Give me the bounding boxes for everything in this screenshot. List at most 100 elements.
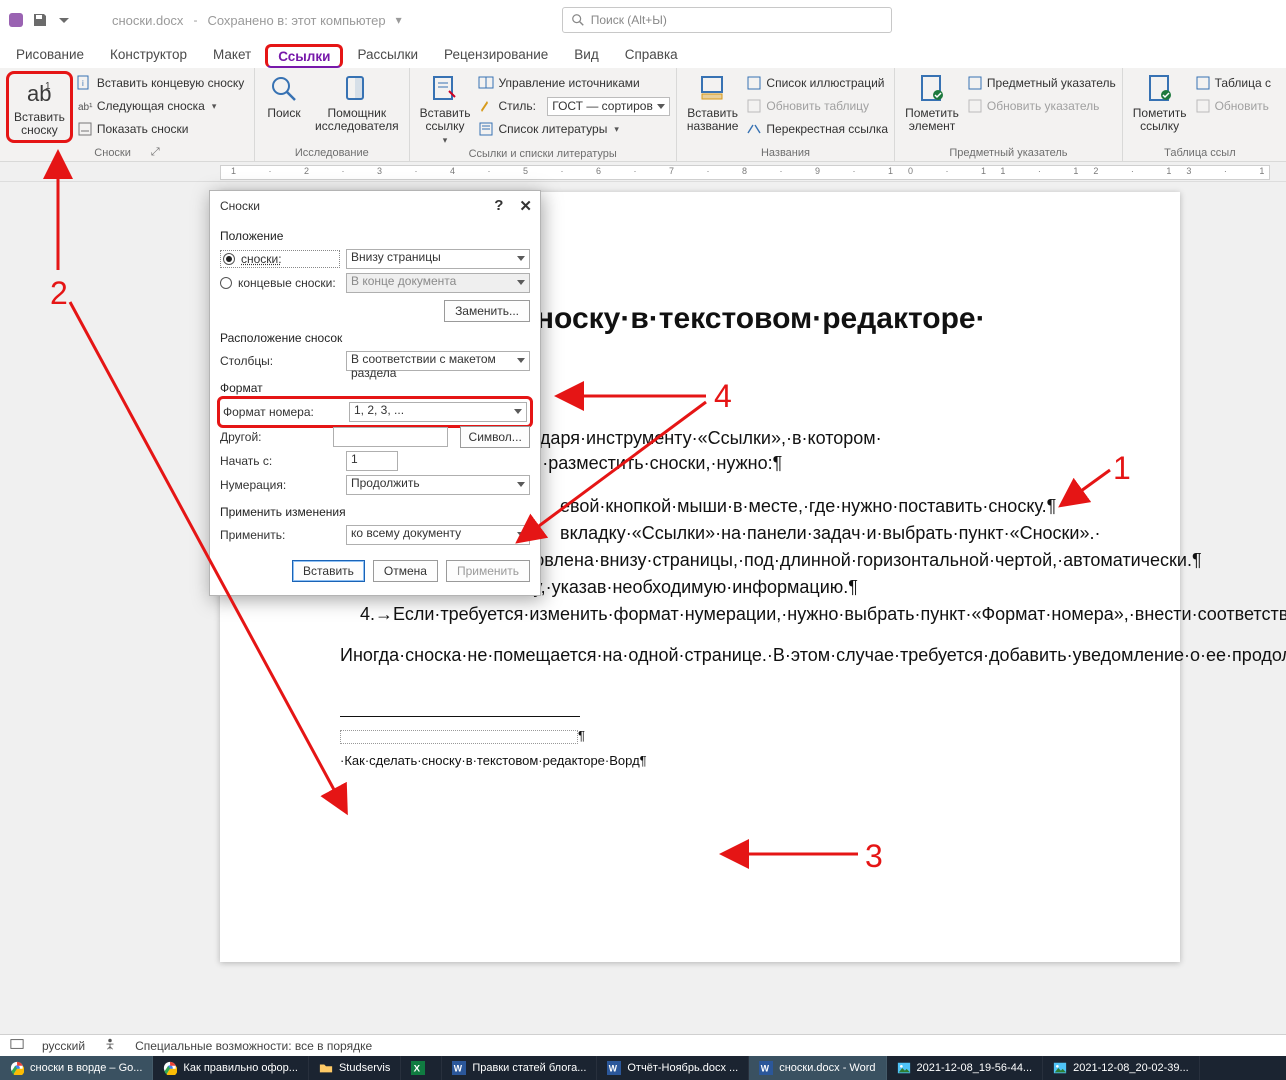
symbol-button[interactable]: Символ... (460, 426, 530, 448)
search-placeholder: Поиск (Alt+Ы) (591, 13, 667, 27)
research-search-label: Поиск (267, 107, 300, 120)
insert-citation-button[interactable]: Вставить ссылку ▾ (416, 71, 475, 148)
citation-style-combo[interactable]: ГОСТ — сортиров (547, 97, 670, 116)
columns-label: Столбцы: (220, 354, 340, 368)
dialog-help-icon[interactable]: ? (494, 197, 503, 215)
search-box[interactable]: Поиск (Alt+Ы) (562, 7, 892, 33)
group-authorities: Пометить ссылку Таблица с Обновить Табли… (1123, 68, 1277, 161)
taskbar-item-label: Как правильно офор... (183, 1062, 298, 1074)
cross-reference-button[interactable]: Перекрестная ссылка (746, 119, 888, 139)
mark-entry-button[interactable]: Пометить элемент (901, 71, 963, 135)
manage-sources-button[interactable]: Управление источниками (478, 73, 669, 93)
next-footnote-button[interactable]: ab¹Следующая сноска▾ (77, 96, 244, 116)
group-captions-caption: Названия (761, 147, 810, 159)
radio-footnotes[interactable] (223, 253, 235, 265)
tab-drawing[interactable]: Рисование (4, 43, 96, 68)
radio-footnotes-label[interactable]: сноски: (241, 252, 282, 266)
status-accessibility[interactable]: Специальные возможности: все в порядке (135, 1039, 372, 1053)
document-area: ать·сноску·в·текстовом·редакторе· ·довол… (0, 182, 1286, 1034)
apply-button[interactable]: Применить (446, 560, 530, 582)
insert-index-button[interactable]: Предметный указатель (967, 73, 1116, 93)
update-authorities-label: Обновить (1215, 99, 1269, 113)
doc-para2: Иногда·сноска·не·помещается·на·одной·стр… (340, 643, 1105, 668)
taskbar-item-2[interactable]: Studservis (309, 1056, 401, 1080)
dialog-close-icon[interactable]: ✕ (519, 197, 532, 215)
taskbar-item-3[interactable]: X (401, 1056, 442, 1080)
custom-mark-input[interactable] (333, 427, 448, 447)
number-format-combo[interactable]: 1, 2, 3, ... (349, 402, 527, 422)
bibliography-button[interactable]: Список литературы▾ (478, 119, 669, 139)
numbering-combo[interactable]: Продолжить (346, 475, 530, 495)
manage-sources-label: Управление источниками (498, 76, 639, 90)
insert-citation-label: Вставить ссылку (420, 107, 471, 133)
insert-caption-label: Вставить название (687, 107, 739, 133)
radio-endnotes-label[interactable]: концевые сноски: (238, 276, 336, 290)
apply-to-combo[interactable]: ко всему документу (346, 525, 530, 545)
citation-style[interactable]: Стиль: ГОСТ — сортиров (478, 96, 669, 116)
footnote-text: ·Как·сделать·сноску·в·текстовом·редактор… (340, 753, 647, 768)
svg-text:ab¹: ab¹ (78, 102, 93, 113)
research-search-button[interactable]: Поиск (261, 71, 307, 122)
group-footnotes-caption: Сноски (94, 147, 131, 159)
cross-reference-label: Перекрестная ссылка (766, 122, 888, 136)
tab-review[interactable]: Рецензирование (432, 43, 560, 68)
taskbar-item-label: сноски.docx - Word (779, 1062, 875, 1074)
start-at-spinner[interactable]: 1 (346, 451, 398, 471)
taskbar-item-0[interactable]: сноски в ворде – Go... (0, 1056, 153, 1080)
mark-citation-button[interactable]: Пометить ссылку (1129, 71, 1191, 135)
chrome-icon (10, 1061, 24, 1075)
insert-button[interactable]: Вставить (292, 560, 365, 582)
taskbar-item-4[interactable]: W Правки статей блога... (442, 1056, 597, 1080)
footnote-number-area[interactable] (340, 730, 578, 744)
tab-view[interactable]: Вид (562, 43, 610, 68)
saved-location[interactable]: Сохранено в: этот компьютер (207, 13, 385, 28)
horizontal-ruler[interactable]: 1 · 2 · 3 · 4 · 5 · 6 · 7 · 8 · 9 · 10 ·… (0, 162, 1286, 182)
dialog-section-layout: Расположение сносок (220, 331, 530, 345)
taskbar-item-8[interactable]: 2021-12-08_20-02-39... (1043, 1056, 1200, 1080)
qat-dropdown-icon[interactable] (56, 12, 72, 28)
table-of-figures-button[interactable]: Список иллюстраций (746, 73, 888, 93)
taskbar-item-6[interactable]: Wсноски.docx - Word (749, 1056, 886, 1080)
excel-icon: X (411, 1061, 425, 1075)
taskbar-item-label: Правки статей блога... (472, 1062, 586, 1074)
status-language[interactable]: русский (42, 1039, 85, 1053)
table-of-authorities-button[interactable]: Таблица с (1195, 73, 1271, 93)
taskbar-item-5[interactable]: W Отчёт-Ноябрь.docx ... (597, 1056, 749, 1080)
group-captions: Вставить название Список иллюстраций Обн… (677, 68, 895, 161)
word-icon: W (607, 1061, 621, 1075)
tab-help[interactable]: Справка (613, 43, 690, 68)
footnotes-position-combo[interactable]: Внизу страницы (346, 249, 530, 269)
cancel-button[interactable]: Отмена (373, 560, 438, 582)
radio-endnotes[interactable] (220, 277, 232, 289)
replace-button[interactable]: Заменить... (444, 300, 530, 322)
footnotes-dialog-launcher[interactable]: ⤢ (151, 146, 160, 159)
autosave-icon[interactable] (8, 12, 24, 28)
taskbar-item-label: 2021-12-08_19-56-44... (917, 1062, 1033, 1074)
save-icon[interactable] (32, 12, 48, 28)
insert-endnote-button[interactable]: iВставить концевую сноску (77, 73, 244, 93)
insert-footnote-button[interactable]: ab1 Вставить сноску (10, 75, 69, 139)
mark-citation-label: Пометить ссылку (1133, 107, 1187, 133)
tab-design[interactable]: Конструктор (98, 43, 199, 68)
group-authorities-caption: Таблица ссыл (1164, 147, 1236, 159)
language-icon[interactable] (10, 1037, 24, 1054)
svg-text:i: i (82, 79, 84, 88)
columns-combo[interactable]: В соответствии с макетом раздела (346, 351, 530, 371)
accessibility-icon[interactable] (103, 1037, 117, 1054)
svg-text:W: W (454, 1064, 463, 1074)
group-citations-caption: Ссылки и списки литературы (469, 148, 617, 160)
tab-references[interactable]: Ссылки (265, 44, 343, 68)
update-table-button: Обновить таблицу (746, 96, 888, 116)
tab-mailings[interactable]: Рассылки (345, 43, 430, 68)
taskbar-item-1[interactable]: Как правильно офор... (153, 1056, 309, 1080)
tab-layout[interactable]: Макет (201, 43, 263, 68)
researcher-button[interactable]: Помощник исследователя (311, 71, 403, 135)
img-icon (897, 1061, 911, 1075)
group-citations: Вставить ссылку ▾ Управление источниками… (410, 68, 677, 161)
show-footnotes-button[interactable]: Показать сноски (77, 119, 244, 139)
dialog-title: Сноски (220, 199, 260, 213)
taskbar-item-label: Отчёт-Ноябрь.docx ... (627, 1062, 738, 1074)
callout-4: 4 (714, 378, 732, 415)
taskbar-item-7[interactable]: 2021-12-08_19-56-44... (887, 1056, 1044, 1080)
insert-caption-button[interactable]: Вставить название (683, 71, 743, 135)
